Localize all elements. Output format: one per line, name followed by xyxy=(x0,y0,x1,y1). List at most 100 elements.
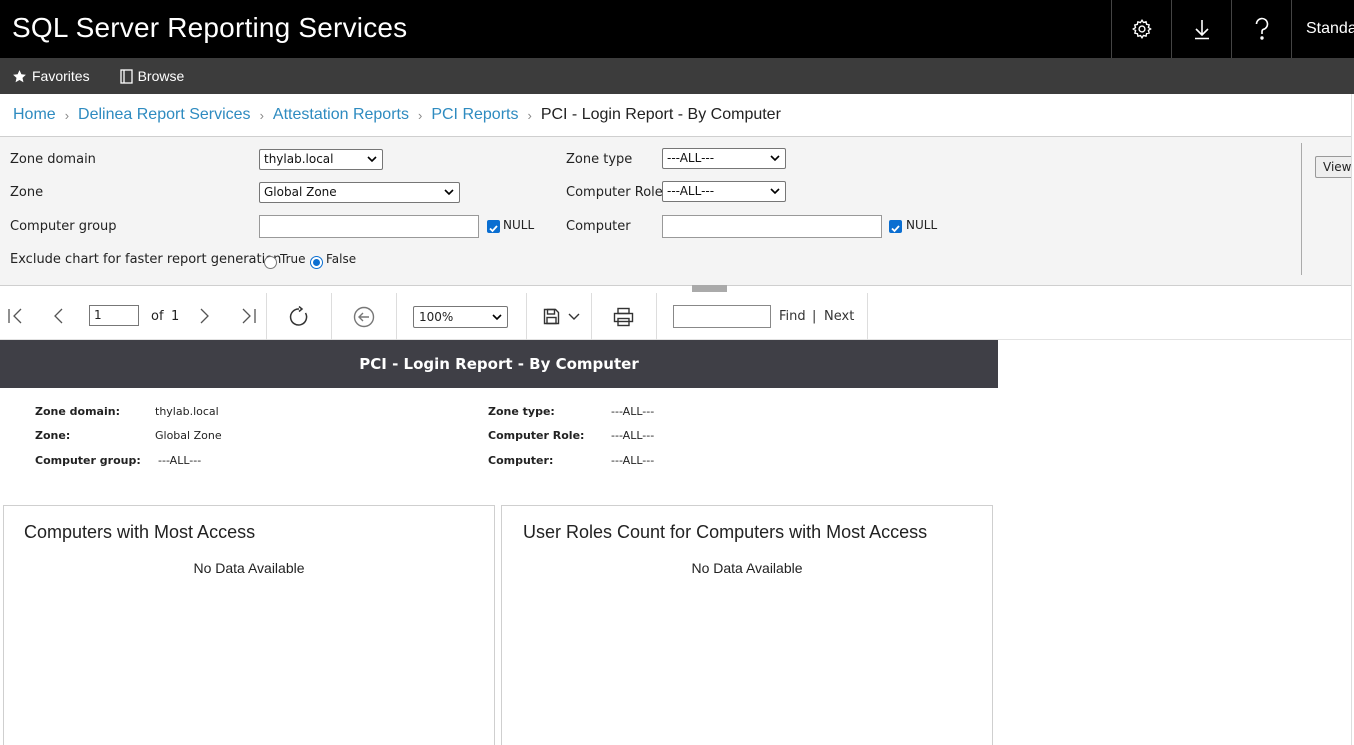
back-to-parent-icon[interactable] xyxy=(353,306,375,328)
first-page-icon[interactable] xyxy=(7,307,25,325)
browse-link[interactable]: Browse xyxy=(119,68,185,84)
chevron-right-icon: › xyxy=(64,107,70,123)
report-param-label: Zone type: xyxy=(488,405,555,418)
computer-label: Computer xyxy=(566,219,631,234)
page-of-label: of xyxy=(151,309,164,324)
star-icon xyxy=(13,69,26,82)
top-bar: SQL Server Reporting Services Standa xyxy=(0,0,1354,58)
view-report-button[interactable]: View xyxy=(1315,156,1354,178)
computer-group-label: Computer group xyxy=(10,219,117,234)
report-param-value: ---ALL--- xyxy=(611,405,655,418)
collapse-parameters-handle[interactable] xyxy=(692,285,727,292)
exclude-chart-true-radio[interactable] xyxy=(264,256,277,269)
toolbar-separator xyxy=(331,293,332,340)
find-next-link[interactable]: Next xyxy=(824,309,854,324)
report-param-label: Computer group: xyxy=(35,454,141,467)
computer-group-null-label: NULL xyxy=(503,218,535,232)
report-param-label: Computer: xyxy=(488,454,554,467)
page-number-input[interactable]: 1 xyxy=(89,305,139,326)
zone-type-value: ---ALL--- xyxy=(667,151,715,165)
zone-type-select[interactable]: ---ALL--- xyxy=(662,148,786,169)
computer-role-value: ---ALL--- xyxy=(667,184,715,198)
top-icons: Standa xyxy=(1111,0,1354,58)
user-menu[interactable]: Standa xyxy=(1291,0,1354,58)
chart-user-roles-count: User Roles Count for Computers with Most… xyxy=(501,505,993,745)
zone-domain-value: thylab.local xyxy=(264,152,334,166)
computer-input[interactable] xyxy=(662,215,882,238)
parameters-divider xyxy=(1301,143,1302,275)
chart-title: User Roles Count for Computers with Most… xyxy=(523,522,928,542)
report-toolbar: 1 of 1 100% Find | Next xyxy=(0,293,1354,340)
computer-group-null-checkbox[interactable] xyxy=(487,220,500,233)
previous-page-icon[interactable] xyxy=(50,307,66,325)
chevron-right-icon: › xyxy=(259,107,264,123)
parameters-panel: Zone domain thylab.local Zone Global Zon… xyxy=(0,136,1354,292)
breadcrumb-pci-reports[interactable]: PCI Reports xyxy=(431,106,518,124)
favorites-label: Favorites xyxy=(32,68,90,84)
breadcrumb-home[interactable]: Home xyxy=(13,106,56,124)
chevron-right-icon: › xyxy=(527,107,532,123)
zone-select[interactable]: Global Zone xyxy=(259,182,460,203)
checkmark-icon xyxy=(891,225,900,233)
report-param-value: ---ALL--- xyxy=(158,454,202,467)
true-label: True xyxy=(280,252,306,266)
help-button[interactable] xyxy=(1231,0,1291,58)
exclude-chart-false-radio[interactable] xyxy=(310,256,323,269)
report-param-label: Zone domain: xyxy=(35,405,120,418)
chevron-down-icon xyxy=(367,156,377,163)
breadcrumb-current: PCI - Login Report - By Computer xyxy=(540,106,781,123)
sub-nav: Favorites Browse xyxy=(0,58,1354,94)
browse-icon xyxy=(119,68,133,84)
favorites-link[interactable]: Favorites xyxy=(12,68,90,84)
settings-button[interactable] xyxy=(1111,0,1171,58)
chevron-down-icon xyxy=(444,189,454,196)
browse-label: Browse xyxy=(137,68,185,84)
computer-role-label: Computer Role xyxy=(566,185,663,200)
report-param-value: ---ALL--- xyxy=(611,454,655,467)
find-input[interactable] xyxy=(673,305,771,328)
toolbar-separator xyxy=(526,293,527,340)
download-button[interactable] xyxy=(1171,0,1231,58)
toolbar-separator xyxy=(656,293,657,340)
false-label: False xyxy=(326,252,357,266)
chevron-right-icon: › xyxy=(417,107,423,123)
print-icon[interactable] xyxy=(613,307,634,327)
toolbar-separator xyxy=(867,293,868,340)
zone-domain-select[interactable]: thylab.local xyxy=(259,149,383,170)
computer-null-checkbox[interactable] xyxy=(889,220,902,233)
report-param-value: thylab.local xyxy=(155,405,219,418)
report-param-label: Zone: xyxy=(35,429,71,442)
chevron-down-icon[interactable] xyxy=(568,312,580,322)
computer-role-select[interactable]: ---ALL--- xyxy=(662,181,786,202)
save-icon[interactable] xyxy=(543,308,560,325)
no-data-message: No Data Available xyxy=(691,560,803,576)
refresh-icon[interactable] xyxy=(288,306,310,328)
checkmark-icon xyxy=(489,225,498,233)
chart-computers-most-access: Computers with Most Access No Data Avail… xyxy=(3,505,495,745)
computer-group-input[interactable] xyxy=(259,215,479,238)
gear-icon xyxy=(1131,19,1152,39)
find-separator: | xyxy=(812,309,817,324)
next-page-icon[interactable] xyxy=(197,307,213,325)
zone-domain-label: Zone domain xyxy=(10,152,96,167)
breadcrumb-attestation-reports[interactable]: Attestation Reports xyxy=(273,106,409,124)
app-title[interactable]: SQL Server Reporting Services xyxy=(12,12,407,44)
chart-title: Computers with Most Access xyxy=(24,522,256,542)
total-pages: 1 xyxy=(171,309,180,324)
exclude-chart-label: Exclude chart for faster report generati… xyxy=(10,252,282,267)
find-link[interactable]: Find xyxy=(779,309,806,324)
last-page-icon[interactable] xyxy=(239,307,257,325)
zone-label: Zone xyxy=(10,185,44,200)
help-icon xyxy=(1255,17,1268,40)
chevron-down-icon xyxy=(492,314,502,321)
computer-null-label: NULL xyxy=(906,218,938,232)
chevron-down-icon xyxy=(770,155,780,162)
report-param-value: Global Zone xyxy=(155,429,222,442)
chevron-down-icon xyxy=(770,188,780,195)
zoom-select[interactable]: 100% xyxy=(413,306,508,328)
download-icon xyxy=(1194,20,1209,40)
report-param-value: ---ALL--- xyxy=(611,429,655,442)
breadcrumb-delinea-report-services[interactable]: Delinea Report Services xyxy=(78,106,251,124)
toolbar-separator xyxy=(396,293,397,340)
breadcrumb: Home › Delinea Report Services › Attesta… xyxy=(13,106,781,124)
